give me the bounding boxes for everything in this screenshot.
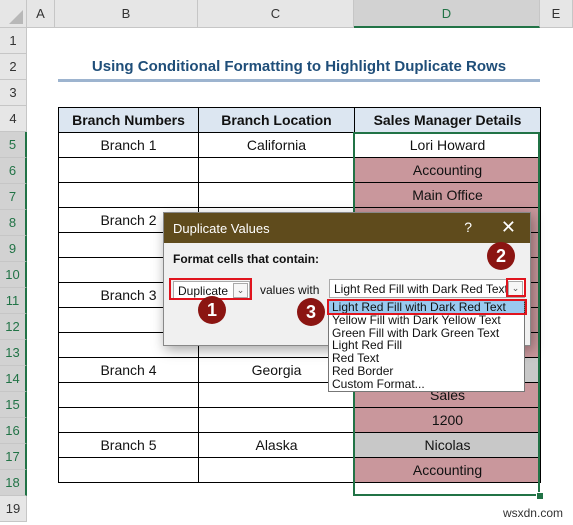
cell-branch[interactable]: [58, 407, 199, 433]
cell-location[interactable]: [198, 157, 355, 183]
cell-branch[interactable]: Branch 5: [58, 432, 199, 458]
cell-details[interactable]: Lori Howard: [354, 132, 541, 158]
help-button[interactable]: ?: [464, 219, 472, 235]
header-branch-numbers[interactable]: Branch Numbers: [58, 107, 199, 133]
select-all-button[interactable]: [0, 0, 27, 28]
row-header-6[interactable]: 6: [0, 158, 27, 184]
row-header-7[interactable]: 7: [0, 184, 27, 210]
row-header-10[interactable]: 10: [0, 262, 27, 288]
row-header-3[interactable]: 3: [0, 80, 27, 106]
row-header-14[interactable]: 14: [0, 366, 27, 392]
row-header-8[interactable]: 8: [0, 210, 27, 236]
step-badge-3: 3: [297, 298, 325, 326]
values-with-label: values with: [260, 283, 320, 297]
cell-branch[interactable]: [58, 457, 199, 483]
step-badge-1: 1: [198, 296, 226, 324]
table-row: Branch 1 California Lori Howard: [58, 132, 541, 158]
row-header-2[interactable]: 2: [0, 54, 27, 80]
step-badge-2: 2: [487, 242, 515, 270]
column-header-b[interactable]: B: [55, 0, 198, 28]
dialog-title-bar[interactable]: Duplicate Values ? ✕: [164, 213, 530, 243]
row-header-18[interactable]: 18: [0, 470, 27, 496]
close-icon[interactable]: ✕: [501, 217, 516, 238]
column-header-a[interactable]: A: [27, 0, 55, 28]
cell-details[interactable]: Accounting: [354, 157, 541, 183]
header-branch-location[interactable]: Branch Location: [198, 107, 355, 133]
row-header-11[interactable]: 11: [0, 288, 27, 314]
cell-branch[interactable]: [58, 382, 199, 408]
row-header-13[interactable]: 13: [0, 340, 27, 366]
cell-location[interactable]: [198, 457, 355, 483]
row-header-12[interactable]: 12: [0, 314, 27, 340]
cell-location[interactable]: California: [198, 132, 355, 158]
table-row: Accounting: [58, 157, 541, 183]
row-header-5[interactable]: 5: [0, 132, 27, 158]
dropdown-option[interactable]: Light Red Fill with Dark Red Text: [328, 300, 525, 315]
cell-location[interactable]: [198, 182, 355, 208]
cell-branch[interactable]: [58, 182, 199, 208]
row-header-1[interactable]: 1: [0, 28, 27, 54]
fill-handle[interactable]: [536, 492, 544, 500]
cell-location[interactable]: Alaska: [198, 432, 355, 458]
column-header-c[interactable]: C: [198, 0, 354, 28]
chevron-down-icon[interactable]: ⌄: [233, 283, 248, 298]
cell-details[interactable]: Main Office: [354, 182, 541, 208]
cell-branch[interactable]: Branch 4: [58, 357, 199, 383]
header-sales-manager-details[interactable]: Sales Manager Details: [354, 107, 541, 133]
watermark: wsxdn.com: [502, 506, 563, 520]
column-header-e[interactable]: E: [540, 0, 573, 28]
cell-details[interactable]: Nicolas: [354, 432, 541, 458]
duplicate-type-value: Duplicate: [178, 283, 229, 298]
dropdown-option[interactable]: Yellow Fill with Dark Yellow Text: [329, 313, 524, 327]
chevron-down-icon[interactable]: ⌄: [508, 281, 523, 296]
format-cells-label: Format cells that contain:: [173, 252, 320, 266]
dropdown-option[interactable]: Red Border: [329, 365, 524, 378]
dropdown-option[interactable]: Custom Format...: [329, 377, 524, 391]
table-row: Main Office: [58, 182, 541, 208]
sheet-title: Using Conditional Formatting to Highligh…: [91, 58, 507, 75]
cell-details[interactable]: Accounting: [354, 457, 541, 483]
cell-branch[interactable]: [58, 157, 199, 183]
table-row: Branch 5 Alaska Nicolas: [58, 432, 541, 458]
format-style-select[interactable]: Light Red Fill with Dark Red Text ⌄: [329, 279, 525, 298]
title-underline: [58, 79, 540, 82]
dialog-title: Duplicate Values: [173, 220, 270, 236]
row-header-15[interactable]: 15: [0, 392, 27, 418]
cell-details[interactable]: 1200: [354, 407, 541, 433]
table-header-row: Branch Numbers Branch Location Sales Man…: [58, 107, 541, 133]
row-header-19[interactable]: 19: [0, 496, 27, 522]
format-style-value: Light Red Fill with Dark Red Text: [334, 281, 508, 296]
row-header-9[interactable]: 9: [0, 236, 27, 262]
cell-branch[interactable]: Branch 1: [58, 132, 199, 158]
row-header-17[interactable]: 17: [0, 444, 27, 470]
format-options-dropdown: Light Red Fill with Dark Red Text Yellow …: [328, 300, 525, 392]
table-row: 1200: [58, 407, 541, 433]
cell-location[interactable]: [198, 407, 355, 433]
row-header-16[interactable]: 16: [0, 418, 27, 444]
table-row: Accounting: [58, 457, 541, 483]
column-header-d[interactable]: D: [354, 0, 540, 28]
row-header-4[interactable]: 4: [0, 106, 27, 132]
